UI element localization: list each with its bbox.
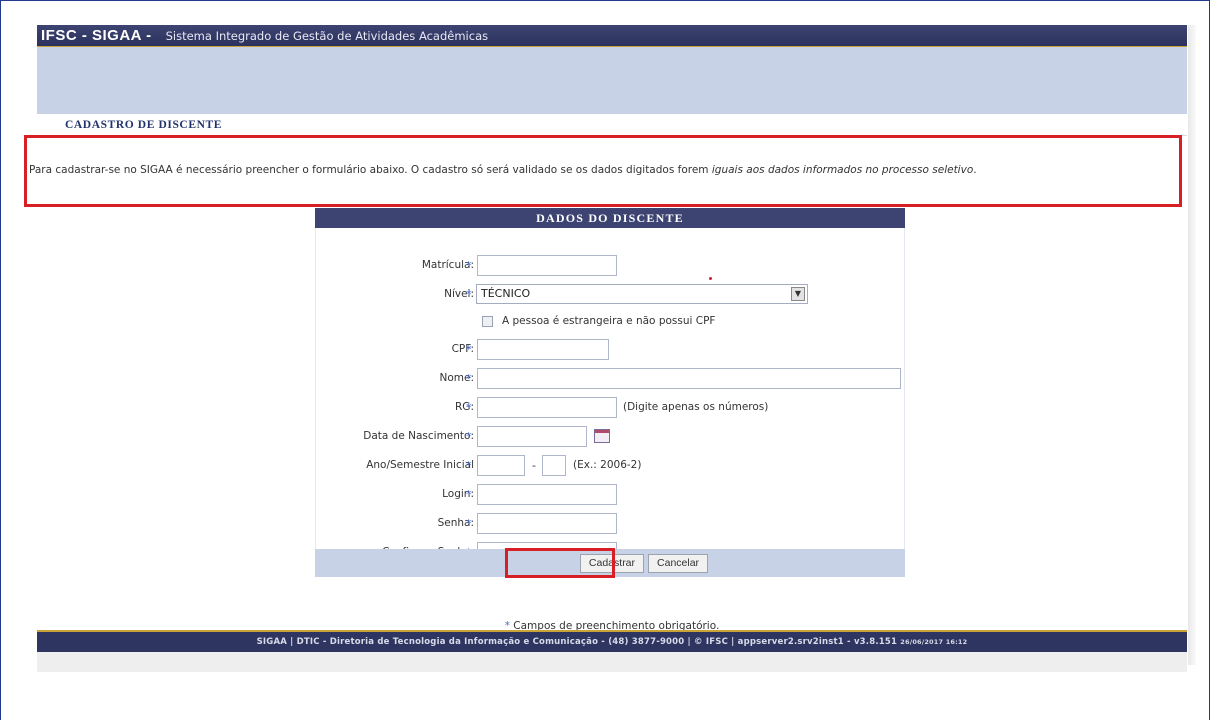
calendar-icon[interactable] [594,429,610,443]
ano-semestre-hint: (Ex.: 2006-2) [573,459,642,471]
red-dot [709,277,712,280]
info-text-end: . [973,164,977,176]
footer-text: SIGAA | DTIC - Diretoria de Tecnologia d… [256,637,898,647]
page-shadow [1188,25,1196,665]
ano-input[interactable] [477,454,525,476]
submit-highlight [505,548,615,578]
footer: SIGAA | DTIC - Diretoria de Tecnologia d… [37,630,1187,652]
login-input[interactable] [477,483,617,505]
form-title: DADOS DO DISCENTE [315,208,905,228]
estrangeiro-label: A pessoa é estrangeira e não possui CPF [502,315,716,327]
rg-hint: (Digite apenas os números) [623,401,769,413]
ano-semestre-label: Ano/Semestre Inicial [366,459,474,471]
semestre-input[interactable] [542,454,566,476]
required-marker: * [466,258,472,272]
info-text-italic: iguais aos dados informados no processo … [711,164,974,176]
page-title: CADASTRO DE DISCENTE [37,114,1187,136]
info-message: Para cadastrar-se no SIGAA é necessário … [24,135,1182,207]
student-form: DADOS DO DISCENTE Matrícula: * Nível: * … [315,208,905,568]
required-marker: * [466,342,472,356]
ano-semestre-separator: - [532,458,536,472]
required-marker: * [466,429,472,443]
nascimento-input[interactable] [477,425,587,447]
required-marker: * [466,458,472,472]
cancelar-button[interactable]: Cancelar [648,553,709,573]
nome-input[interactable] [477,367,901,389]
chevron-down-icon[interactable]: ▼ [791,287,805,301]
nascimento-label: Data de Nascimento: [363,430,474,442]
top-bar: IFSC - SIGAA - Sistema Integrado de Gest… [37,25,1187,47]
system-name: Sistema Integrado de Gestão de Atividade… [165,28,489,43]
info-text: Para cadastrar-se no SIGAA é necessário … [29,164,712,176]
brand-logo: IFSC - SIGAA - [41,27,152,44]
bottom-strip [37,652,1187,672]
matricula-input[interactable] [477,254,617,276]
required-marker: * [466,371,472,385]
required-marker: * [466,400,472,414]
required-marker: * [466,487,472,501]
nivel-select[interactable]: TÉCNICO ▼ [476,284,808,304]
form-body: Matrícula: * Nível: * TÉCNICO ▼ A pessoa… [315,228,905,568]
nivel-value: TÉCNICO [481,287,531,300]
senha-input[interactable] [477,512,617,534]
footer-timestamp: 26/06/2017 16:12 [900,638,968,646]
required-marker: * [466,516,472,530]
required-marker: * [466,287,472,301]
estrangeiro-checkbox[interactable] [482,315,493,327]
rg-input[interactable] [477,396,617,418]
cpf-input[interactable] [477,338,609,360]
